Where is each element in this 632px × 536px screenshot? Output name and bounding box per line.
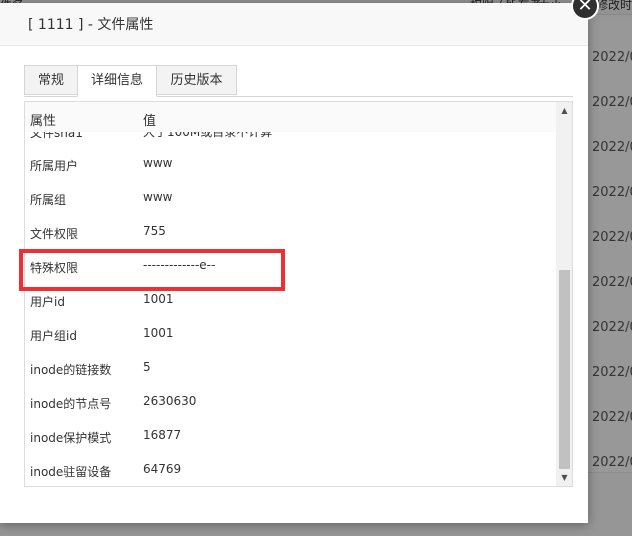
detail-value: 大于100M或目录不计算	[143, 132, 273, 139]
tab-details[interactable]: 详细信息	[77, 65, 157, 97]
detail-row: 文件权限 755	[25, 216, 556, 250]
detail-value: www	[143, 190, 173, 204]
scroll-up-icon[interactable]: ▲	[556, 102, 572, 119]
detail-row: 所属用户 www	[25, 148, 556, 182]
details-column-header: 属性 值	[25, 102, 556, 132]
detail-key: inode保护模式	[30, 431, 112, 445]
detail-key: inode的链接数	[30, 363, 112, 377]
detail-value: 5	[143, 360, 151, 374]
tab-general[interactable]: 常规	[24, 65, 78, 95]
detail-key: 用户组id	[30, 329, 77, 343]
dialog-title: [ 1111 ] - 文件属性	[0, 3, 588, 46]
file-properties-dialog: [ 1111 ] - 文件属性 常规 详细信息 历史版本 文件sha1 大于10…	[0, 3, 588, 523]
details-rows: 文件sha1 大于100M或目录不计算 所属用户 www 所属组 www 文件权…	[25, 132, 556, 486]
scroll-down-icon[interactable]: ▼	[556, 469, 572, 486]
detail-value: 755	[143, 224, 166, 238]
detail-row: inode保护模式 16877	[25, 420, 556, 454]
detail-row: inode的节点号 2630630	[25, 386, 556, 420]
detail-key: 文件sha1	[30, 132, 83, 140]
detail-value: 64769	[143, 462, 182, 476]
detail-row: inode驻留设备 64769	[25, 454, 556, 486]
detail-key: inode驻留设备	[30, 465, 112, 479]
detail-row: 用户组id 1001	[25, 318, 556, 352]
detail-key: 文件权限	[30, 227, 79, 241]
detail-key: inode的节点号	[30, 397, 112, 411]
detail-key: 所属用户	[30, 159, 79, 173]
detail-key: 用户id	[30, 295, 65, 309]
detail-row-special-permission: 特殊权限 -------------e--	[25, 250, 556, 284]
detail-value: -------------e--	[143, 258, 216, 272]
detail-key: 所属组	[30, 193, 67, 207]
detail-key: 特殊权限	[30, 261, 79, 275]
detail-value: www	[143, 156, 173, 170]
value-column-header: 值	[143, 114, 157, 129]
detail-value: 1001	[143, 326, 174, 340]
detail-row: 所属组 www	[25, 182, 556, 216]
attribute-column-header: 属性	[30, 114, 57, 129]
details-panel: 文件sha1 大于100M或目录不计算 所属用户 www 所属组 www 文件权…	[24, 101, 573, 487]
detail-row: 用户id 1001	[25, 284, 556, 318]
tab-history-versions[interactable]: 历史版本	[156, 65, 237, 95]
detail-row: 文件sha1 大于100M或目录不计算	[25, 132, 556, 149]
detail-value: 2630630	[143, 394, 197, 408]
detail-row: inode的链接数 5	[25, 352, 556, 386]
vertical-scrollbar[interactable]: ▲ ▼	[556, 102, 572, 486]
tab-bar: 常规 详细信息 历史版本	[24, 65, 573, 97]
detail-value: 16877	[143, 428, 182, 442]
detail-value: 1001	[143, 292, 174, 306]
scrollbar-thumb[interactable]	[559, 270, 570, 469]
